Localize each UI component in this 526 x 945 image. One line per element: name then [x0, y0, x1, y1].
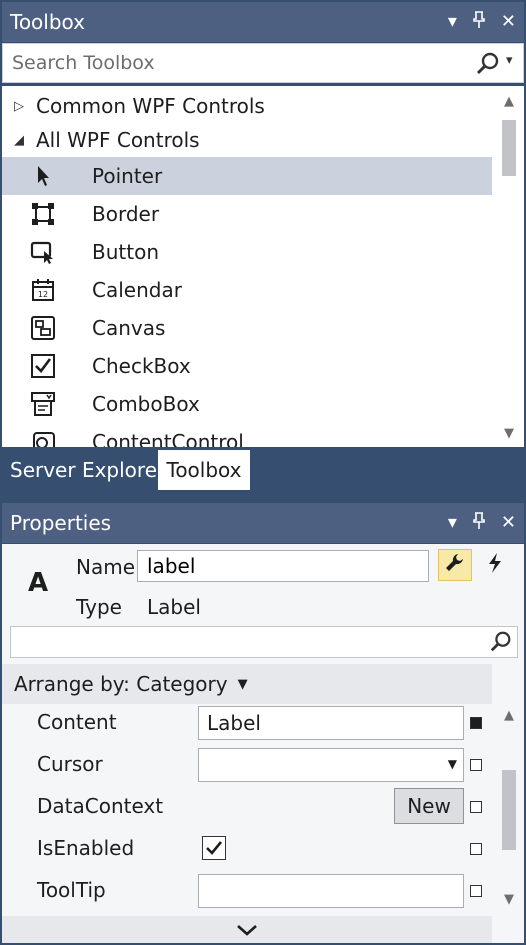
arrange-label: Arrange by: Category — [14, 672, 228, 696]
chevron-down-icon: ▼ — [447, 757, 457, 771]
toolbox-titlebar: Toolbox ▾ ✕ — [2, 2, 524, 42]
tab-label: Server Explorer — [10, 458, 166, 482]
element-type-icon: A — [28, 568, 49, 598]
toolbox-item-button[interactable]: Button — [2, 233, 492, 271]
toolbox-item-pointer[interactable]: Pointer — [2, 157, 492, 195]
scroll-down-icon[interactable]: ▼ — [494, 892, 524, 907]
tooltip-value-input[interactable] — [198, 874, 464, 908]
property-marker-set[interactable] — [470, 717, 482, 729]
new-datacontext-button[interactable]: New — [394, 788, 464, 824]
toolbox-item-contentcontrol[interactable]: ContentControl — [2, 423, 492, 447]
properties-title: Properties — [10, 511, 112, 535]
calendar-icon: 12 — [2, 277, 92, 303]
toolbox-item-canvas[interactable]: Canvas — [2, 309, 492, 347]
search-options-chevron-icon[interactable]: ▾ — [506, 53, 513, 68]
checkmark-icon — [206, 841, 223, 855]
toolbox-item-label: ComboBox — [92, 392, 200, 416]
category-label: Common WPF Controls — [36, 94, 265, 118]
property-row-tooltip: ToolTip — [2, 870, 492, 912]
border-icon — [2, 201, 92, 227]
events-view-toggle[interactable] — [478, 549, 512, 581]
toolbox-title: Toolbox — [10, 10, 85, 34]
close-icon[interactable]: ✕ — [501, 13, 516, 31]
chevron-down-icon: ▼ — [237, 676, 248, 692]
toolbox-item-label: CheckBox — [92, 354, 191, 378]
toolbox-list: ▷ Common WPF Controls ◢ All WPF Controls… — [2, 86, 524, 447]
pin-icon[interactable] — [471, 512, 487, 534]
properties-scrollbar[interactable]: ▲ ▼ — [494, 702, 524, 916]
toolbox-search-box[interactable]: ▾ — [2, 43, 524, 83]
contentcontrol-icon — [2, 429, 92, 447]
expand-arrow-icon[interactable]: ▷ — [2, 99, 36, 114]
property-row-content: Content Label — [2, 702, 492, 744]
pin-icon[interactable] — [471, 11, 487, 33]
toolbox-item-label: Canvas — [92, 316, 166, 340]
tab-server-explorer[interactable]: Server Explorer — [2, 450, 173, 490]
properties-titlebar: Properties ▾ ✕ — [2, 503, 524, 543]
properties-body: A Name Type Label Arrange by: Category ▼… — [2, 544, 524, 943]
toolbox-item-label: ContentControl — [92, 430, 244, 447]
toolbox-item-combobox[interactable]: ComboBox — [2, 385, 492, 423]
type-value: Label — [147, 595, 201, 619]
property-marker[interactable] — [470, 759, 482, 771]
property-name: ToolTip — [37, 878, 106, 902]
scrollbar-thumb[interactable] — [502, 770, 516, 850]
toolbox-scrollbar[interactable]: ▲ ▼ — [494, 86, 524, 447]
close-icon[interactable]: ✕ — [501, 514, 516, 532]
property-name: DataContext — [37, 794, 164, 818]
category-all-wpf-controls[interactable]: ◢ All WPF Controls — [2, 123, 492, 157]
canvas-icon — [2, 315, 92, 341]
content-value-input[interactable]: Label — [198, 706, 464, 740]
tab-toolbox[interactable]: Toolbox — [158, 450, 250, 490]
collapse-arrow-icon[interactable]: ◢ — [2, 133, 36, 148]
button-icon — [2, 239, 92, 265]
cursor-select[interactable]: ▼ — [198, 748, 464, 782]
scrollbar-thumb[interactable] — [502, 120, 516, 176]
toolbox-item-label: Pointer — [92, 164, 163, 188]
property-marker[interactable] — [470, 843, 482, 855]
chevron-down-icon[interactable] — [235, 923, 259, 937]
wrench-icon — [444, 552, 466, 578]
window-position-dropdown-icon[interactable]: ▾ — [448, 514, 457, 532]
tab-label: Toolbox — [166, 458, 242, 482]
toolbox-item-checkbox[interactable]: CheckBox — [2, 347, 492, 385]
property-name: Cursor — [37, 752, 103, 776]
toolbox-item-label: Border — [92, 202, 160, 226]
property-row-datacontext: DataContext New — [2, 786, 492, 828]
type-label: Type — [76, 595, 122, 619]
toolbox-item-calendar[interactable]: 12 Calendar — [2, 271, 492, 309]
property-marker[interactable] — [470, 801, 482, 813]
properties-search-input[interactable] — [11, 627, 481, 657]
search-icon[interactable] — [489, 630, 513, 658]
scroll-up-icon[interactable]: ▲ — [494, 94, 524, 109]
checkbox-icon — [2, 353, 92, 379]
category-label: All WPF Controls — [36, 128, 200, 152]
scroll-down-icon[interactable]: ▼ — [494, 426, 524, 441]
lightning-icon — [486, 552, 504, 578]
svg-text:12: 12 — [38, 290, 48, 299]
properties-view-toggle[interactable] — [438, 549, 472, 581]
name-input[interactable] — [137, 550, 429, 582]
category-common-wpf-controls[interactable]: ▷ Common WPF Controls — [2, 89, 492, 123]
toolbox-item-label: Calendar — [92, 278, 182, 302]
name-label: Name — [76, 555, 136, 579]
properties-search-box[interactable] — [10, 626, 518, 658]
show-more-bar[interactable] — [2, 916, 492, 943]
property-row-cursor: Cursor ▼ — [2, 744, 492, 786]
property-name: IsEnabled — [37, 836, 135, 860]
property-name: Content — [37, 710, 117, 734]
window-position-dropdown-icon[interactable]: ▾ — [448, 13, 457, 31]
toolbox-item-label: Button — [92, 240, 159, 264]
toolbox-item-border[interactable]: Border — [2, 195, 492, 233]
isenabled-checkbox[interactable] — [202, 836, 226, 860]
scroll-up-icon[interactable]: ▲ — [494, 708, 524, 723]
pointer-icon — [2, 163, 92, 189]
arrange-by-dropdown[interactable]: Arrange by: Category ▼ — [2, 664, 492, 704]
content-value: Label — [207, 711, 261, 735]
toolbox-search-input[interactable] — [3, 44, 463, 82]
property-marker[interactable] — [470, 885, 482, 897]
combobox-icon — [2, 391, 92, 417]
search-icon[interactable] — [475, 51, 501, 81]
property-row-isenabled: IsEnabled — [2, 828, 492, 870]
